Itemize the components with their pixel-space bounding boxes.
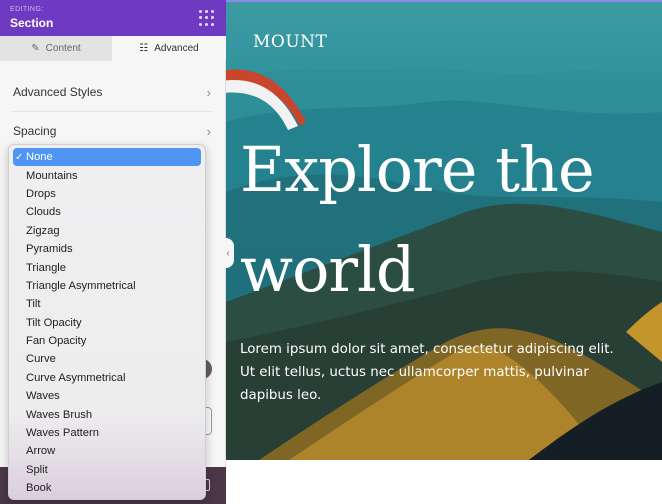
option-label: Triangle [26,261,67,274]
dropdown-option-split[interactable]: Split [13,461,201,479]
option-label: Curve [26,353,56,366]
option-label: Tilt [26,298,41,311]
dropdown-option-tilt[interactable]: Tilt [13,295,201,313]
option-label: Split [26,463,48,476]
dropdown-option-fan-opacity[interactable]: Fan Opacity [13,332,201,350]
dropdown-option-waves-pattern[interactable]: Waves Pattern [13,424,201,442]
dropdown-option-triangle-asymmetrical[interactable]: Triangle Asymmetrical [13,277,201,295]
divider [13,111,211,112]
option-label: Book [26,482,52,495]
tab-advanced-label: Advanced [154,43,199,54]
option-label: Curve Asymmetrical [26,371,126,384]
panel-header: EDITING: Section [0,0,226,36]
collapse-panel-button[interactable]: ‹ [222,238,234,268]
chevron-right-icon: › [206,123,211,139]
hero-paragraph: Lorem ipsum dolor sit amet, consectetur … [240,342,614,403]
panel-tabs: ✎ Content ☷ Advanced [0,36,226,61]
dropdown-option-pyramids[interactable]: Pyramids [13,240,201,258]
checkmark-icon: ✓ [15,151,24,163]
tab-content-label: Content [45,43,81,54]
shape-divider-dropdown[interactable]: ✓ None Mountains Drops Clouds Zigzag Pyramids T… [8,144,206,500]
sliders-icon: ☷ [139,43,149,54]
panel-title: Section [10,16,54,30]
chevron-right-icon: › [206,84,211,100]
grip-dots-icon[interactable] [199,10,215,26]
option-label: Drops [26,187,56,200]
dropdown-option-curve[interactable]: Curve [13,350,201,368]
tab-advanced[interactable]: ☷ Advanced [112,36,226,61]
dropdown-option-none[interactable]: ✓ None [13,148,201,167]
hero-heading: Explore the world [240,133,595,306]
brand-logo: MOUNT [253,32,328,52]
advanced-styles-label: Advanced Styles [13,85,103,99]
option-label: Tilt Opacity [26,316,82,329]
option-label: Fan Opacity [26,335,87,348]
dropdown-option-mountains[interactable]: Mountains [13,166,201,184]
option-label: Pyramids [26,243,73,256]
option-label: Waves [26,390,60,403]
pencil-icon: ✎ [31,43,40,54]
dropdown-option-book[interactable]: Book [13,479,201,497]
option-label: Mountains [26,169,78,182]
dropdown-option-zigzag[interactable]: Zigzag [13,222,201,240]
dropdown-option-clouds[interactable]: Clouds [13,203,201,221]
dropdown-option-curve-asymmetrical[interactable]: Curve Asymmetrical [13,369,201,387]
chevron-left-icon: ‹ [226,247,230,259]
dropdown-option-arrow[interactable]: Arrow [13,442,201,460]
editing-label: EDITING: [10,6,44,13]
tab-content[interactable]: ✎ Content [0,36,112,61]
option-label: Waves Pattern [26,427,99,440]
option-label: Zigzag [26,224,60,237]
dropdown-option-drops[interactable]: Drops [13,185,201,203]
spacing-label: Spacing [13,124,57,138]
dropdown-option-waves-brush[interactable]: Waves Brush [13,405,201,423]
hero-section-preview[interactable]: MOUNT Explore the world Lorem ipsum dolo… [226,0,662,460]
option-label: Waves Brush [26,408,93,421]
option-label: None [26,151,53,164]
dropdown-option-triangle[interactable]: Triangle [13,258,201,276]
spacing-row[interactable]: Spacing › [13,121,211,141]
advanced-styles-row[interactable]: Advanced Styles › [13,82,211,102]
dropdown-option-tilt-opacity[interactable]: Tilt Opacity [13,314,201,332]
dropdown-option-waves[interactable]: Waves [13,387,201,405]
option-label: Arrow [26,445,56,458]
option-label: Clouds [26,206,61,219]
option-label: Triangle Asymmetrical [26,279,136,292]
